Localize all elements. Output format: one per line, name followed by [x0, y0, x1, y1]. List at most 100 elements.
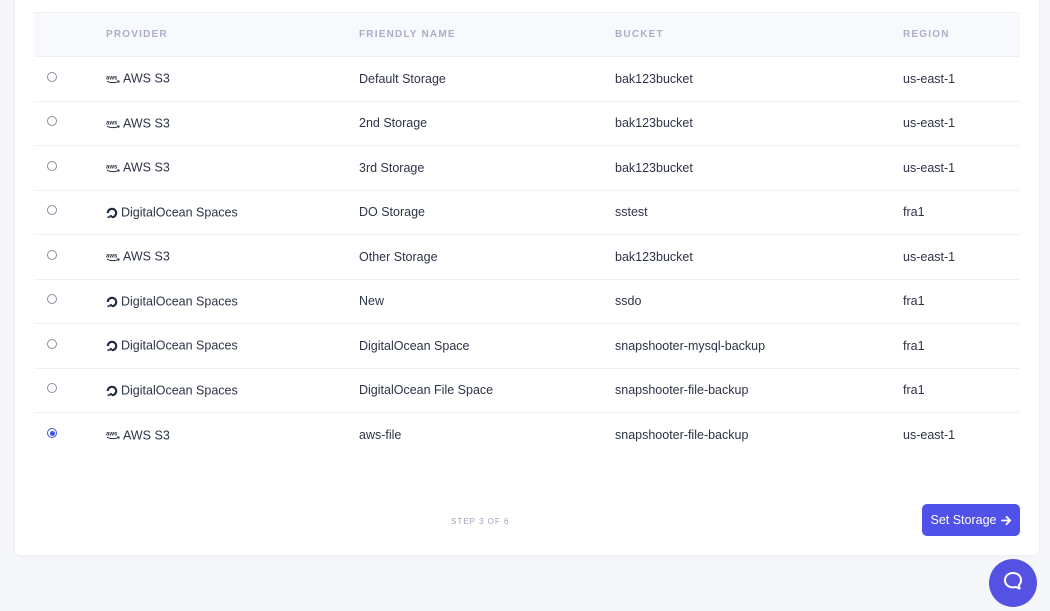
- bucket-cell: snapshooter-file-backup: [615, 383, 749, 398]
- storage-radio[interactable]: [47, 294, 57, 305]
- arrow-right-icon: [1000, 515, 1012, 526]
- table-row[interactable]: DigitalOcean Spaces DigitalOcean File Spa…: [34, 368, 1020, 413]
- digitalocean-icon: [106, 296, 118, 308]
- bucket-cell: ssdo: [615, 294, 642, 309]
- storage-radio[interactable]: [47, 116, 57, 127]
- row-select-cell: [34, 324, 106, 369]
- provider-cell: DigitalOcean Spaces: [106, 368, 359, 413]
- region-cell: us-east-1: [903, 249, 956, 264]
- bucket-cell: bak123bucket: [615, 116, 693, 131]
- table-row[interactable]: aws AWS S3 Default Storage bak123bucket us-e…: [34, 57, 1020, 102]
- friendly-name-cell: aws-file: [359, 428, 402, 442]
- digitalocean-icon: [106, 207, 118, 219]
- header-select: [34, 12, 106, 57]
- provider-label: DigitalOcean Spaces: [121, 339, 238, 354]
- provider-label: DigitalOcean Spaces: [121, 294, 238, 309]
- friendly-name-cell: 2nd Storage: [359, 116, 428, 131]
- storage-radio[interactable]: [47, 205, 57, 216]
- header-provider: PROVIDER: [106, 12, 359, 57]
- aws-icon: aws: [106, 430, 120, 440]
- step-indicator: STEP 3 OF 6: [451, 517, 510, 526]
- storage-radio[interactable]: [47, 71, 57, 82]
- provider-label: AWS S3: [123, 161, 170, 176]
- region-cell: fra1: [903, 205, 925, 220]
- table-body: aws AWS S3 Default Storage bak123bucket us-e…: [34, 57, 1020, 458]
- row-select-cell: [34, 101, 106, 146]
- region-cell: us-east-1: [903, 71, 956, 86]
- region-cell: fra1: [903, 294, 925, 309]
- region-cell: fra1: [903, 338, 925, 353]
- chat-bubble-icon: [1002, 570, 1024, 597]
- row-select-cell: [34, 57, 106, 102]
- provider-label: AWS S3: [123, 116, 170, 131]
- provider-cell: aws AWS S3: [106, 146, 359, 191]
- bucket-cell: bak123bucket: [615, 160, 693, 175]
- friendly-name-cell: Default Storage: [359, 71, 446, 86]
- table-row[interactable]: DigitalOcean Spaces New ssdo fra1: [34, 279, 1020, 324]
- storage-radio[interactable]: [47, 338, 57, 349]
- storage-radio[interactable]: [47, 160, 57, 171]
- provider-cell: aws AWS S3: [106, 101, 359, 146]
- friendly-name-cell: Other Storage: [359, 249, 438, 264]
- friendly-name-cell: DO Storage: [359, 205, 426, 220]
- provider-label: DigitalOcean Spaces: [121, 205, 238, 220]
- aws-icon: aws: [106, 252, 120, 262]
- provider-label: AWS S3: [123, 428, 170, 443]
- friendly-name-cell: 3rd Storage: [359, 160, 425, 175]
- svg-text:aws: aws: [106, 254, 118, 260]
- bucket-cell: bak123bucket: [615, 71, 693, 86]
- friendly-name-cell: DigitalOcean Space: [359, 338, 470, 353]
- provider-label: AWS S3: [123, 72, 170, 87]
- provider-cell: aws AWS S3: [106, 413, 359, 458]
- provider-cell: DigitalOcean Spaces: [106, 279, 359, 324]
- header-region: REGION: [903, 12, 1020, 57]
- provider-cell: aws AWS S3: [106, 57, 359, 102]
- storage-radio[interactable]: [47, 249, 57, 260]
- bucket-cell: sstest: [615, 205, 648, 220]
- table-row[interactable]: DigitalOcean Spaces DO Storage sstest fra1: [34, 190, 1020, 235]
- table-row[interactable]: aws AWS S3 2nd Storage bak123bucket us-east-…: [34, 101, 1020, 146]
- provider-cell: aws AWS S3: [106, 235, 359, 280]
- region-cell: us-east-1: [903, 428, 956, 442]
- region-cell: us-east-1: [903, 116, 956, 131]
- table-row[interactable]: aws AWS S3 3rd Storage bak123bucket us-east-…: [34, 146, 1020, 191]
- svg-text:aws: aws: [106, 120, 118, 126]
- storage-radio[interactable]: [47, 383, 57, 394]
- set-storage-label: Set Storage: [930, 513, 997, 527]
- row-select-cell: [34, 413, 106, 458]
- svg-text:aws: aws: [106, 165, 118, 171]
- header-bucket: BUCKET: [615, 12, 903, 57]
- row-select-cell: [34, 279, 106, 324]
- svg-text:aws: aws: [106, 76, 118, 82]
- header-friendly-name: FRIENDLY NAME: [359, 12, 615, 57]
- bucket-cell: bak123bucket: [615, 249, 693, 264]
- friendly-name-cell: New: [359, 294, 385, 309]
- table-header-row: PROVIDER FRIENDLY NAME BUCKET REGION: [34, 12, 1020, 57]
- provider-label: DigitalOcean Spaces: [121, 383, 238, 398]
- region-cell: us-east-1: [903, 160, 956, 175]
- bucket-cell: snapshooter-mysql-backup: [615, 338, 766, 353]
- friendly-name-cell: DigitalOcean File Space: [359, 383, 494, 398]
- table-row[interactable]: aws AWS S3 aws-file snapshooter-file-backup…: [34, 413, 1020, 458]
- row-select-cell: [34, 235, 106, 280]
- storage-table: PROVIDER FRIENDLY NAME BUCKET REGION aws…: [34, 12, 1020, 457]
- digitalocean-icon: [106, 340, 118, 352]
- provider-label: AWS S3: [123, 250, 170, 265]
- table-row[interactable]: DigitalOcean Spaces DigitalOcean Space sna…: [34, 324, 1020, 369]
- provider-cell: DigitalOcean Spaces: [106, 324, 359, 369]
- provider-cell: DigitalOcean Spaces: [106, 190, 359, 235]
- digitalocean-icon: [106, 385, 118, 397]
- aws-icon: aws: [106, 119, 120, 129]
- row-select-cell: [34, 146, 106, 191]
- chat-launcher-button[interactable]: [989, 559, 1037, 607]
- bucket-cell: snapshooter-file-backup: [615, 428, 749, 442]
- row-select-cell: [34, 190, 106, 235]
- svg-text:aws: aws: [106, 432, 118, 438]
- set-storage-button[interactable]: Set Storage: [922, 504, 1020, 536]
- storage-card: PROVIDER FRIENDLY NAME BUCKET REGION aws…: [15, 0, 1039, 555]
- row-select-cell: [34, 368, 106, 413]
- aws-icon: aws: [106, 74, 120, 84]
- storage-radio[interactable]: [47, 428, 57, 438]
- table-row[interactable]: aws AWS S3 Other Storage bak123bucket us-eas…: [34, 235, 1020, 280]
- region-cell: fra1: [903, 383, 925, 398]
